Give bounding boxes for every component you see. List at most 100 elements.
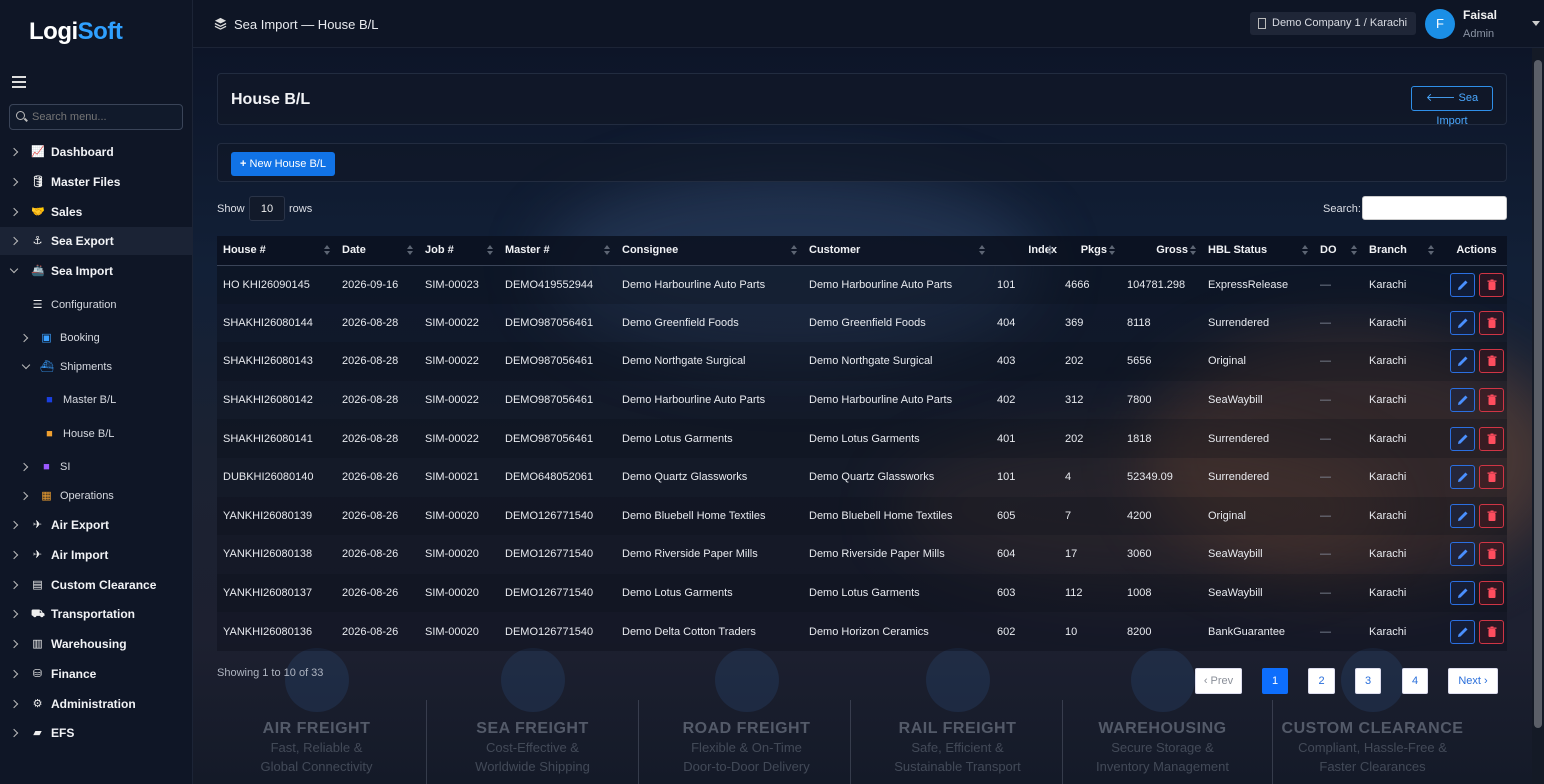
pagination-page-4[interactable]: 4 [1402,668,1428,694]
edit-button[interactable] [1450,388,1475,413]
column-header[interactable]: Customer [803,236,991,266]
edit-button[interactable] [1450,581,1475,606]
edit-button[interactable] [1450,272,1475,297]
pagination-prev-button[interactable]: ‹ Prev [1195,668,1242,694]
column-header[interactable]: Job # [419,236,499,266]
table-cell: SIM-00020 [419,573,499,613]
row-actions [1440,265,1507,304]
sidebar-item-air-import[interactable]: ✈ Air Import [0,541,193,569]
sidebar-item-sea-export[interactable]: ⚓ Sea Export [0,227,193,255]
column-header[interactable]: Actions [1440,236,1507,266]
edit-button[interactable] [1450,426,1475,451]
delete-button[interactable] [1479,619,1504,644]
table-row[interactable]: SHAKHI26080143 2026-08-28 SIM-00022 DEMO987… [217,342,1507,381]
table-row[interactable]: SHAKHI26080142 2026-08-28 SIM-00022 DEMO987… [217,380,1507,420]
table-row[interactable]: HO KHI26090145 2026-09-16 SIM-00023 DEMO419… [217,265,1507,304]
sort-icon [791,245,797,255]
sidebar-item-warehousing[interactable]: ▥ Warehousing [0,630,193,658]
delete-button[interactable] [1479,349,1504,374]
user-name[interactable]: Faisal [1463,8,1497,22]
sidebar-search-input[interactable] [9,104,183,130]
table-cell: — [1314,303,1363,343]
table-row[interactable]: SHAKHI26080144 2026-08-28 SIM-00022 DEMO987… [217,303,1507,343]
table-row[interactable]: YANKHI26080139 2026-08-26 SIM-00020 DEMO126… [217,496,1507,536]
sidebar-item-configuration[interactable]: ☰ Configuration [0,291,193,319]
sidebar-item-master-bl[interactable]: ■ Master B/L [0,386,193,414]
sidebar-item-label: SI [60,461,71,473]
column-header[interactable]: DO [1314,236,1363,266]
sidebar-item-transportation[interactable]: ⛟ Transportation [0,600,193,628]
avatar[interactable]: F [1425,9,1455,39]
sidebar-item-sales[interactable]: 🤝 Sales [0,198,193,226]
gear-icon: ⚙ [32,697,43,710]
table-cell: — [1314,457,1363,497]
edit-button[interactable] [1450,310,1475,335]
sidebar-item-booking[interactable]: ▣ Booking [0,324,193,352]
delete-button[interactable] [1479,581,1504,606]
column-header[interactable]: Gross [1121,236,1202,266]
table-cell: Demo Delta Cotton Traders [616,612,803,651]
table-cell: SIM-00022 [419,303,499,343]
sort-icon [407,245,413,255]
sidebar-item-si[interactable]: ■ SI [0,453,193,481]
table-row[interactable]: YANKHI26080137 2026-08-26 SIM-00020 DEMO126… [217,573,1507,613]
sidebar-item-air-export[interactable]: ✈ Air Export [0,511,193,539]
delete-button[interactable] [1479,465,1504,490]
table-cell: — [1314,573,1363,613]
back-to-sea-import-button[interactable]: 🡐 Sea Import [1411,86,1493,127]
column-header[interactable]: Index [991,236,1059,266]
table-row[interactable]: YANKHI26080138 2026-08-26 SIM-00020 DEMO126… [217,535,1507,574]
sidebar-item-administration[interactable]: ⚙ Administration [0,690,193,718]
sidebar-item-efs[interactable]: ▰ EFS [0,719,193,747]
sidebar-item-house-bl[interactable]: ■ House B/L [0,420,193,448]
table-row[interactable]: DUBKHI26080140 2026-08-26 SIM-00021 DEMO648… [217,457,1507,497]
delete-button[interactable] [1479,503,1504,528]
new-house-bl-button[interactable]: + New House B/L [231,152,335,176]
table-cell: SIM-00022 [419,380,499,420]
edit-button[interactable] [1450,465,1475,490]
table-row[interactable]: YANKHI26080136 2026-08-26 SIM-00020 DEMO126… [217,612,1507,651]
warehouse-icon [1130,648,1195,712]
company-selector[interactable]: Demo Company 1 / Karachi [1250,12,1417,35]
column-header[interactable]: Date [336,236,419,266]
table-row[interactable]: SHAKHI26080141 2026-08-28 SIM-00022 DEMO987… [217,419,1507,458]
table-search-input[interactable] [1362,196,1507,220]
delete-button[interactable] [1479,542,1504,567]
sidebar-item-operations[interactable]: ▦ Operations [0,482,193,510]
sidebar-item-master-files[interactable]: 🛢 Master Files [0,168,193,196]
edit-button[interactable] [1450,542,1475,567]
sidebar-item-custom-clearance[interactable]: ▤ Custom Clearance [0,571,193,599]
table-cell: Demo Harbourline Auto Parts [803,265,991,304]
pagination-page-3[interactable]: 3 [1355,668,1381,694]
table-cell: SIM-00021 [419,457,499,497]
edit-button[interactable] [1450,349,1475,374]
edit-button[interactable] [1450,619,1475,644]
column-header[interactable]: Master # [499,236,616,266]
delete-button[interactable] [1479,388,1504,413]
delete-button[interactable] [1479,426,1504,451]
sidebar-item-sea-import[interactable]: 🚢 Sea Import [0,257,193,285]
column-header[interactable]: HBL Status [1202,236,1314,266]
column-header[interactable]: House # [217,236,336,266]
caret-down-icon[interactable] [1532,21,1540,26]
chevron-right-icon [9,147,19,157]
pagination-next-button[interactable]: Next › [1448,668,1498,694]
brand-logo[interactable]: LogiSoft [29,18,123,46]
sort-icon [1351,245,1357,255]
column-header[interactable]: Pkgs [1059,236,1121,266]
sidebar-item-finance[interactable]: ⛁ Finance [0,660,193,688]
column-header[interactable]: Branch [1363,236,1440,266]
delete-button[interactable] [1479,310,1504,335]
table-cell: Demo Riverside Paper Mills [616,535,803,574]
rows-per-page-input[interactable] [249,196,285,221]
pagination-page-2[interactable]: 2 [1308,668,1335,694]
column-header[interactable]: Consignee [616,236,803,266]
table-cell: SHAKHI26080143 [217,342,336,381]
scrollbar-thumb[interactable] [1534,60,1542,728]
pagination-page-1[interactable]: 1 [1262,668,1288,694]
hamburger-menu-icon[interactable] [12,76,26,88]
delete-button[interactable] [1479,272,1504,297]
sidebar-item-shipments[interactable]: ⛴ Shipments [0,353,193,381]
sidebar-item-dashboard[interactable]: 📈 Dashboard [0,138,193,166]
edit-button[interactable] [1450,503,1475,528]
